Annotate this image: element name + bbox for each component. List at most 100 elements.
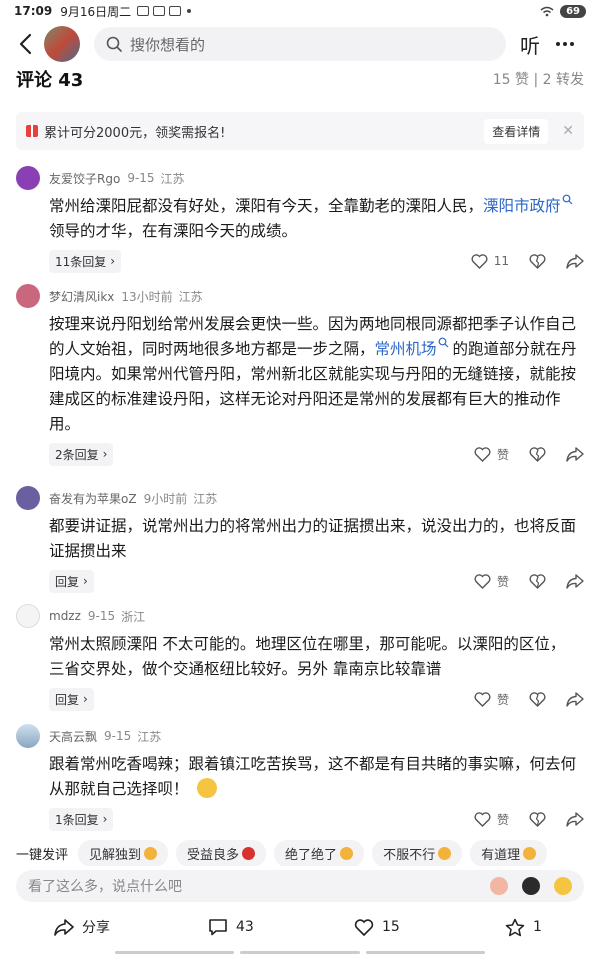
comment-username[interactable]: 梦幻清风ikx	[49, 288, 114, 305]
comment-time: 9-15	[127, 171, 155, 185]
dislike-button[interactable]	[529, 446, 546, 462]
comments-button[interactable]: 43	[208, 918, 254, 936]
share-arrow-icon	[54, 918, 74, 936]
share-comment-button[interactable]	[566, 253, 584, 269]
dislike-button[interactable]	[529, 691, 546, 707]
dislike-button[interactable]	[529, 573, 546, 589]
more-options-icon[interactable]	[556, 42, 574, 46]
like-button[interactable]: 赞	[474, 691, 509, 708]
star-icon	[505, 918, 525, 936]
quick-comment-label: 一键发评	[16, 847, 69, 863]
search-icon	[562, 194, 572, 205]
replies-button[interactable]: 11条回复 ›	[49, 249, 122, 273]
promo-banner[interactable]: 累计可分2000元，领奖需报名! 查看详情 ✕	[16, 112, 584, 150]
comment-text[interactable]: 都要讲证据，说常州出力的将常州出力的证据掼出来，说没出力的，也将反面证据掼出来	[49, 514, 579, 564]
comment-text[interactable]: 常州给溧阳屁都没有好处，溧阳有今天，全靠勤老的溧阳人民，溧阳市政府领导的才华，在…	[49, 194, 579, 244]
status-date: 9月16日周二	[60, 4, 132, 19]
comment-item: 天高云飘 9-15 江苏 跟着常州吃香喝辣；跟着镇江吃苦挨骂，这不都是有目共睹的…	[16, 724, 584, 831]
broken-heart-icon	[529, 691, 546, 707]
quick-chip[interactable]: 见解独到	[78, 840, 169, 866]
share-arrow-icon	[566, 573, 584, 589]
dislike-button[interactable]	[529, 253, 546, 269]
replies-button[interactable]: 2条回复 ›	[49, 442, 114, 466]
chevron-right-icon: ›	[83, 692, 88, 706]
comment-time: 9-15	[104, 729, 132, 743]
comment-text[interactable]: 按理来说丹阳划给常州发展会更快一些。因为两地同根同源都把季子认作自己的人文始祖，…	[49, 312, 579, 437]
share-comment-button[interactable]	[566, 573, 584, 589]
chevron-left-icon	[19, 33, 32, 55]
topic-link[interactable]: 常州机场	[375, 340, 437, 358]
handshake-emoji-icon[interactable]	[490, 877, 508, 895]
quick-chip[interactable]: 受益良多	[176, 840, 267, 866]
comments-header: 评论 43 15 赞 | 2 转发	[16, 66, 584, 92]
favorite-button[interactable]: 1	[505, 918, 542, 937]
comment-username[interactable]: mdzz	[49, 609, 81, 623]
share-comment-button[interactable]	[566, 446, 584, 462]
promo-details-button[interactable]: 查看详情	[484, 118, 549, 144]
search-placeholder: 搜你想看的	[130, 35, 206, 54]
search-icon	[106, 36, 122, 52]
bomb-emoji-icon[interactable]	[522, 877, 540, 895]
reply-button[interactable]: 回复 ›	[49, 687, 94, 711]
dislike-button[interactable]	[529, 811, 546, 827]
wifi-icon	[540, 6, 554, 16]
comment-text[interactable]: 跟着常州吃香喝辣；跟着镇江吃苦挨骂，这不都是有目共睹的事实嘛，何去何从那就自己选…	[49, 752, 579, 802]
notification-dot-icon	[187, 9, 192, 13]
quick-chip[interactable]: 不服不行	[372, 840, 463, 866]
post-stats[interactable]: 15 赞 | 2 转发	[493, 69, 584, 89]
home-indicator	[115, 951, 485, 954]
search-icon	[438, 337, 448, 348]
promo-text: 累计可分2000元，领奖需报名!	[44, 125, 226, 141]
comment-input[interactable]: 看了这么多，说点什么吧	[16, 870, 584, 902]
comment-location: 江苏	[178, 289, 203, 304]
status-bar: 17:09 9月16日周二 69	[0, 0, 600, 22]
avatar[interactable]	[16, 604, 40, 628]
topic-link[interactable]: 溧阳市政府	[483, 197, 561, 215]
like-button[interactable]: 11	[471, 253, 509, 269]
comment-time: 9-15	[87, 609, 116, 623]
comment-username[interactable]: 奋发有为苹果oZ	[49, 490, 137, 507]
broken-heart-icon	[529, 446, 546, 462]
heart-icon	[474, 811, 491, 827]
close-icon[interactable]: ✕	[562, 123, 574, 139]
rose-icon	[242, 846, 256, 860]
avatar[interactable]	[16, 724, 40, 748]
comment-text[interactable]: 常州太照顾溧阳 不太可能的。地理区位在哪里，那可能呢。以溧阳的区位，三省交界处，…	[49, 632, 579, 682]
search-bar[interactable]: 搜你想看的	[94, 27, 506, 61]
broken-heart-icon	[529, 253, 546, 269]
comment-time: 13小时前	[121, 289, 173, 304]
like-post-button[interactable]: 15	[354, 918, 400, 936]
heart-icon	[474, 691, 491, 707]
comment-location: 江苏	[160, 171, 185, 186]
listen-button[interactable]: 听	[520, 30, 540, 59]
avatar[interactable]	[16, 284, 40, 308]
chevron-right-icon: ›	[83, 574, 88, 588]
clap-icon	[523, 846, 537, 860]
author-avatar[interactable]	[44, 26, 80, 62]
clap-icon	[438, 846, 452, 860]
share-arrow-icon	[566, 811, 584, 827]
nfc-icon	[137, 6, 150, 16]
quick-chip[interactable]: 有道理	[470, 840, 548, 866]
replies-button[interactable]: 1条回复 ›	[49, 807, 114, 831]
reply-button[interactable]: 回复 ›	[49, 569, 94, 593]
back-button[interactable]	[10, 33, 40, 55]
quick-chip[interactable]: 绝了绝了	[274, 840, 365, 866]
share-arrow-icon	[566, 691, 584, 707]
comment-username[interactable]: 友爱饺子Rgo	[49, 170, 120, 187]
comment-username[interactable]: 天高云飘	[49, 728, 97, 745]
battery-indicator: 69	[560, 4, 586, 18]
like-button[interactable]: 赞	[474, 811, 509, 828]
like-button[interactable]: 赞	[474, 446, 509, 463]
clap-icon	[340, 846, 354, 860]
share-button[interactable]: 分享	[54, 917, 110, 937]
thumbs-up-icon	[144, 846, 158, 860]
laugh-emoji-icon[interactable]	[554, 877, 572, 895]
share-comment-button[interactable]	[566, 811, 584, 827]
comments-title: 评论 43	[16, 70, 84, 91]
share-comment-button[interactable]	[566, 691, 584, 707]
avatar[interactable]	[16, 486, 40, 510]
like-button[interactable]: 赞	[474, 573, 509, 590]
avatar[interactable]	[16, 166, 40, 190]
status-time: 17:09	[14, 4, 53, 18]
